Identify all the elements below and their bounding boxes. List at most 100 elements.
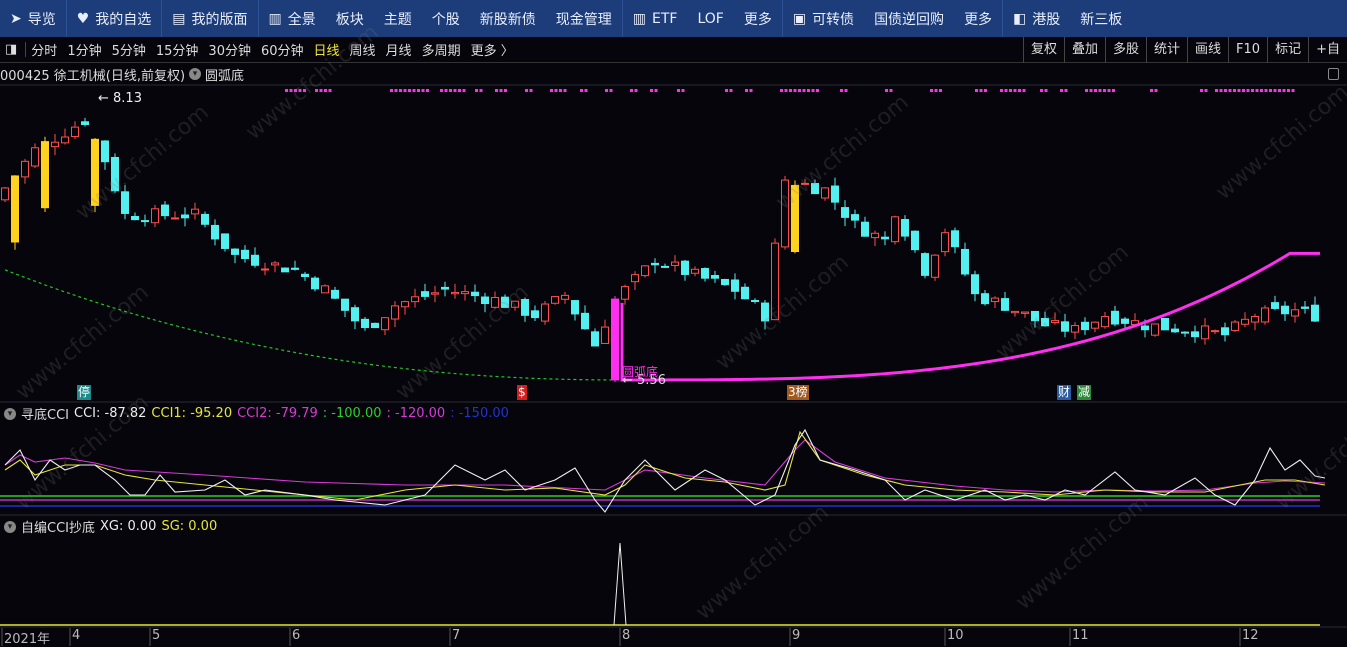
event-marker[interactable]: $ — [517, 385, 527, 400]
candle — [611, 296, 619, 382]
signal-dot — [563, 89, 567, 92]
candle — [731, 273, 739, 300]
xg-indicator-name[interactable]: 自编CCI抄底 — [21, 517, 95, 536]
candle — [641, 265, 649, 278]
candle — [1011, 310, 1019, 317]
axis-label: 11 — [1072, 628, 1089, 643]
candle — [431, 285, 439, 303]
candle — [471, 284, 479, 302]
signal-dot — [749, 89, 753, 92]
candle — [791, 180, 799, 254]
signal-dot — [390, 89, 393, 92]
candle — [241, 245, 249, 263]
candle — [61, 128, 69, 145]
signal-dot — [1154, 89, 1158, 92]
candle — [891, 215, 899, 245]
signal-dot — [315, 89, 318, 92]
signal-dot — [408, 89, 411, 92]
candle — [561, 291, 569, 304]
signal-dot — [328, 89, 332, 92]
signal-dot — [1089, 89, 1093, 92]
candle — [671, 255, 679, 272]
signal-dot — [298, 89, 302, 92]
signal-dot — [934, 89, 938, 92]
candle — [291, 260, 299, 271]
signal-dot — [1018, 89, 1021, 92]
xg-value: XG: 0.00 — [100, 519, 157, 534]
signal-dot — [1094, 89, 1097, 92]
signal-dot — [725, 89, 728, 92]
candle — [311, 276, 319, 292]
signal-dot — [1107, 89, 1111, 92]
candle — [1251, 313, 1259, 331]
candle — [211, 219, 219, 246]
chevron-down-icon[interactable]: ▾ — [4, 520, 16, 533]
signal-dot — [426, 89, 429, 92]
candle — [1221, 322, 1229, 342]
candle — [681, 260, 689, 281]
signal-dot — [479, 89, 483, 92]
candle — [931, 254, 939, 281]
candle — [1261, 305, 1269, 325]
candle — [861, 216, 869, 237]
candle — [841, 200, 849, 227]
candle — [1071, 322, 1079, 340]
candle — [111, 153, 119, 193]
signal-dot — [1269, 89, 1272, 92]
candle — [811, 179, 819, 195]
candle — [651, 258, 659, 274]
cci-indicator-name[interactable]: 寻底CCI — [21, 404, 69, 423]
candle — [1061, 313, 1069, 338]
candle — [221, 233, 229, 252]
signal-dot — [654, 89, 658, 92]
axis-label: 10 — [947, 628, 964, 643]
signal-dot — [584, 89, 588, 92]
candle — [281, 267, 289, 273]
cci-header: ▾ 寻底CCI CCI: -87.82 CCI1: -95.20 CCI2: -… — [0, 404, 514, 423]
kline-chart[interactable]: ← 8.13← 5.56圆弧底 — [0, 0, 1347, 646]
candle — [81, 117, 89, 127]
xg-header: ▾ 自编CCI抄底 XG: 0.00 SG: 0.00 — [0, 517, 222, 536]
candle — [991, 296, 999, 308]
signal-dot — [609, 89, 613, 92]
candle — [1171, 323, 1179, 333]
candle — [1101, 312, 1109, 329]
candle — [31, 143, 39, 169]
candle — [371, 322, 379, 329]
signal-dot — [1112, 89, 1115, 92]
chevron-down-icon[interactable]: ▾ — [4, 407, 16, 420]
signal-dot — [979, 89, 983, 92]
candle — [1, 186, 9, 202]
event-marker[interactable]: 停 — [77, 385, 92, 400]
candle — [761, 300, 769, 330]
xg-spike — [613, 542, 627, 626]
signal-dot — [1273, 89, 1277, 92]
candle — [531, 305, 539, 322]
event-marker[interactable]: 减 — [1077, 385, 1092, 400]
candle — [231, 248, 239, 264]
signal-dot — [793, 89, 797, 92]
level2-value: : -120.00 — [386, 406, 446, 421]
candle — [461, 285, 469, 301]
signal-dot — [303, 89, 306, 92]
candle — [1201, 318, 1209, 345]
event-marker[interactable]: 3榜 — [787, 385, 809, 400]
candle — [851, 209, 859, 229]
signal-dot — [324, 89, 327, 92]
signal-dot — [1242, 89, 1245, 92]
signal-dot — [634, 89, 638, 92]
candle — [721, 278, 729, 286]
signal-dot — [529, 89, 533, 92]
signal-dot — [550, 89, 553, 92]
axis-label: 12 — [1242, 628, 1259, 643]
candle — [181, 207, 189, 227]
signal-dot — [475, 89, 478, 92]
candle — [981, 290, 989, 306]
candle — [911, 230, 919, 253]
candle — [421, 283, 429, 301]
signal-dot — [417, 89, 420, 92]
event-marker[interactable]: 财 — [1057, 385, 1072, 400]
cci-value: CCI: -87.82 — [74, 406, 147, 421]
signal-dot — [807, 89, 810, 92]
signal-dot — [1098, 89, 1102, 92]
